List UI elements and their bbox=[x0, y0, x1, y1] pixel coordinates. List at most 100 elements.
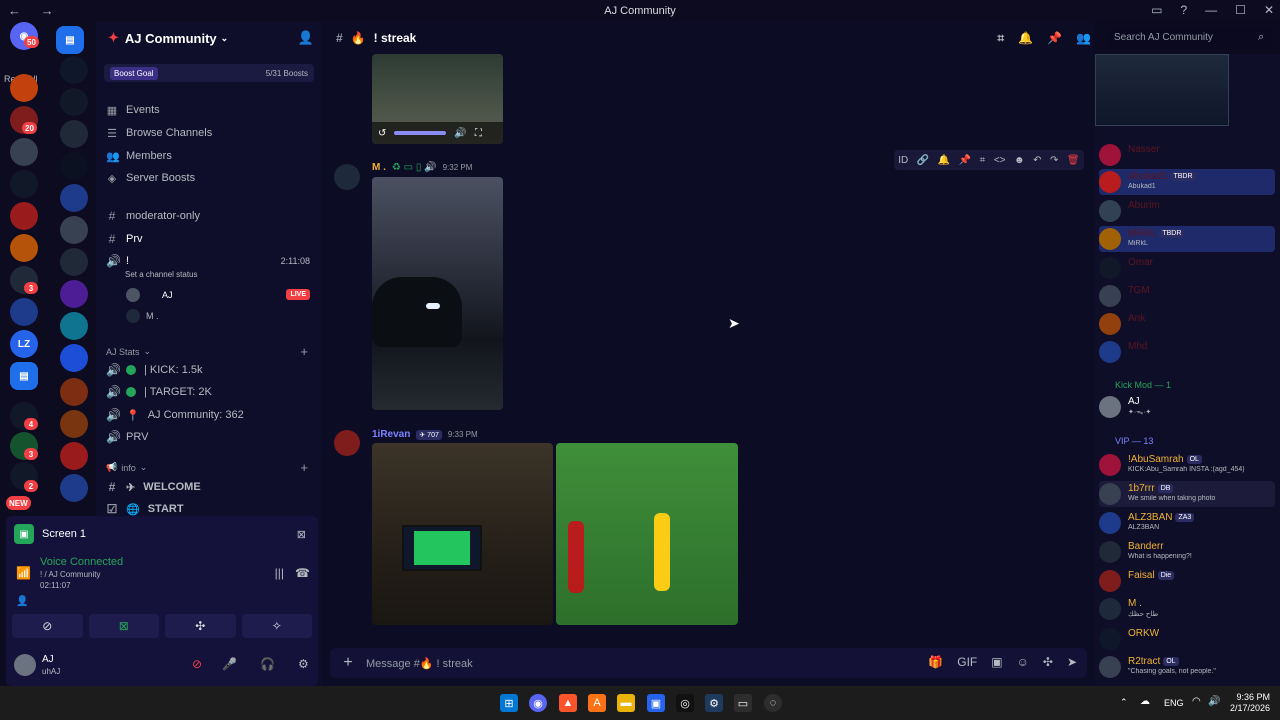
server-icon[interactable] bbox=[10, 234, 38, 262]
app-icon[interactable]: ◌ bbox=[764, 694, 782, 712]
thread-icon[interactable]: ⌗ bbox=[980, 155, 986, 166]
stats-channel-members[interactable]: 🔊 📍 AJ Community: 362 bbox=[106, 405, 316, 425]
close-button[interactable]: ✕ bbox=[1264, 3, 1274, 17]
voice-user-aj[interactable]: AJ LIVE bbox=[126, 287, 316, 305]
add-channel-icon[interactable]: + bbox=[300, 460, 308, 475]
members-list-icon[interactable]: 👥 bbox=[1076, 31, 1091, 46]
guild-header[interactable]: ✦ AJ Community ⌄ 👤 bbox=[96, 22, 322, 54]
author-name[interactable]: 1iRevan bbox=[372, 429, 410, 440]
app-icon[interactable]: ▭ bbox=[734, 694, 752, 712]
server-icon[interactable] bbox=[60, 410, 88, 438]
discord-icon[interactable]: ◉ bbox=[529, 694, 547, 712]
nav-browse-channels[interactable]: ☰ Browse Channels bbox=[106, 123, 212, 143]
server-icon[interactable] bbox=[10, 202, 38, 230]
headphones-icon[interactable]: 🎧 bbox=[260, 657, 275, 671]
window-controls[interactable]: ▭ ? — ☐ ✕ bbox=[1151, 3, 1274, 17]
member-item[interactable]: AJ ✦·ᯓ·✦ bbox=[1099, 394, 1275, 420]
wifi-icon[interactable]: ◠ bbox=[1192, 696, 1201, 707]
boost-goal-bar[interactable]: Boost Goal 5/31 Boosts bbox=[104, 64, 314, 82]
gif-icon[interactable]: GIF bbox=[957, 655, 977, 669]
message-input[interactable]: Message #🔥 ! streak bbox=[366, 657, 473, 670]
server-icon[interactable] bbox=[60, 442, 88, 470]
forward-icon[interactable]: ↷ bbox=[1050, 155, 1058, 166]
video-attachment[interactable]: ↺ 🔊 ⛶ bbox=[372, 54, 503, 144]
server-icon[interactable] bbox=[10, 138, 38, 166]
mic-icon[interactable]: 🎤 bbox=[222, 657, 237, 671]
chevron-up-icon[interactable]: ⌃ bbox=[1120, 697, 1128, 708]
member-item[interactable]: M . طاح حظك bbox=[1099, 596, 1275, 622]
channel-prv[interactable]: # Prv bbox=[106, 229, 316, 249]
server-icon[interactable] bbox=[60, 248, 88, 276]
popout-icon[interactable]: ⊠ bbox=[297, 528, 306, 541]
voice-user-m[interactable]: M . bbox=[126, 308, 316, 326]
steam-icon[interactable]: ⚙ bbox=[705, 694, 723, 712]
member-item[interactable]: Abukad1 TBDR Abukad1 bbox=[1099, 169, 1275, 195]
server-icon[interactable] bbox=[10, 298, 38, 326]
server-icon[interactable] bbox=[10, 74, 38, 102]
channel-moderator-only[interactable]: # moderator-only bbox=[106, 206, 316, 226]
soundboard-button[interactable]: ✧ bbox=[241, 614, 312, 638]
app-icon[interactable]: ▣ bbox=[647, 694, 665, 712]
screen-share-box[interactable]: ▣ Screen 1 ⊠ bbox=[6, 516, 318, 552]
screen-share-button[interactable]: ⊠ bbox=[88, 614, 159, 638]
gear-icon[interactable]: ⚙ bbox=[298, 657, 309, 671]
avatar[interactable] bbox=[334, 164, 360, 190]
member-item[interactable]: Mhd bbox=[1099, 339, 1275, 365]
search-input[interactable]: Search AJ Community bbox=[1108, 28, 1272, 48]
member-item[interactable]: Omar bbox=[1099, 255, 1275, 281]
folder-icon[interactable]: ▤ bbox=[10, 362, 38, 390]
stats-channel-prv[interactable]: 🔊 PRV bbox=[106, 427, 316, 447]
category-info[interactable]: 📢 info ⌄ + bbox=[106, 460, 316, 475]
add-user-icon[interactable]: 👤 bbox=[298, 30, 314, 46]
server-icon[interactable] bbox=[60, 378, 88, 406]
server-icon[interactable] bbox=[60, 88, 88, 116]
pin-icon[interactable]: 📌 bbox=[959, 155, 971, 166]
category-aj-stats[interactable]: AJ Stats ⌄ + bbox=[106, 344, 316, 359]
send-icon[interactable]: ➤ bbox=[1067, 655, 1077, 669]
signal-icon[interactable]: 📶 bbox=[16, 566, 31, 580]
app-icon[interactable]: A bbox=[588, 694, 606, 712]
server-icon[interactable] bbox=[60, 474, 88, 502]
emoji-icon[interactable]: ☺ bbox=[1017, 655, 1029, 669]
member-item[interactable]: Aburim bbox=[1099, 198, 1275, 224]
onedrive-icon[interactable]: ☁ bbox=[1140, 696, 1150, 707]
member-item[interactable]: Nasser bbox=[1099, 142, 1275, 168]
channel-status[interactable]: Set a channel status bbox=[125, 270, 198, 279]
server-icon[interactable] bbox=[60, 120, 88, 148]
server-icon[interactable] bbox=[60, 184, 88, 212]
reply-icon[interactable]: ↶ bbox=[1033, 155, 1041, 166]
member-item[interactable]: Banderr What is happening?! bbox=[1099, 539, 1275, 565]
server-icon[interactable] bbox=[60, 312, 88, 340]
voice-channel-active[interactable]: 🔊 ! 2:11:08 bbox=[106, 251, 316, 271]
camera-off-button[interactable]: ⊘ bbox=[12, 614, 83, 638]
voice-connected-label[interactable]: Voice Connected bbox=[40, 556, 123, 568]
image-attachment-car[interactable] bbox=[372, 177, 503, 410]
server-icon[interactable]: LZ bbox=[10, 330, 38, 358]
channel-welcome[interactable]: # ✈ WELCOME bbox=[106, 477, 316, 497]
server-icon[interactable] bbox=[60, 280, 88, 308]
clock[interactable]: 9:36 PM 2/17/2026 bbox=[1230, 692, 1270, 714]
pin-icon[interactable]: 📌 bbox=[1047, 31, 1062, 46]
member-item[interactable]: 1b7rrr DB We smile when taking photo bbox=[1099, 481, 1275, 507]
stats-channel-kick[interactable]: 🔊 | KICK: 1.5k bbox=[106, 360, 316, 380]
server-icon[interactable] bbox=[10, 170, 38, 198]
stream-preview[interactable] bbox=[1095, 54, 1229, 126]
bell-icon[interactable]: 🔔 bbox=[938, 155, 950, 166]
nav-events[interactable]: ▦ Events bbox=[106, 100, 160, 120]
replay-icon[interactable]: ↺ bbox=[378, 128, 386, 139]
server-icon[interactable] bbox=[60, 216, 88, 244]
nav-members[interactable]: 👥 Members bbox=[106, 146, 172, 166]
image-attachment-room[interactable] bbox=[372, 443, 553, 625]
app-icon[interactable]: ◎ bbox=[676, 694, 694, 712]
progress-bar[interactable] bbox=[394, 131, 447, 135]
member-item[interactable]: !AbuSamrah OL KICK:Abu_Samrah INSTA :(agd_… bbox=[1099, 452, 1275, 478]
inbox-icon[interactable]: ▭ bbox=[1151, 3, 1162, 17]
member-item[interactable]: ORKW bbox=[1099, 626, 1275, 652]
folder-icon[interactable]: ▬ bbox=[617, 694, 635, 712]
voice-channel-path[interactable]: ! / AJ Community bbox=[40, 570, 100, 579]
delete-icon[interactable]: 🗑 bbox=[1067, 155, 1080, 166]
bell-icon[interactable]: 🔔 bbox=[1018, 31, 1033, 46]
disconnect-icon[interactable]: ☎ bbox=[295, 566, 310, 580]
volume-icon[interactable]: 🔊 bbox=[454, 128, 466, 139]
image-attachment-football[interactable] bbox=[556, 443, 738, 625]
